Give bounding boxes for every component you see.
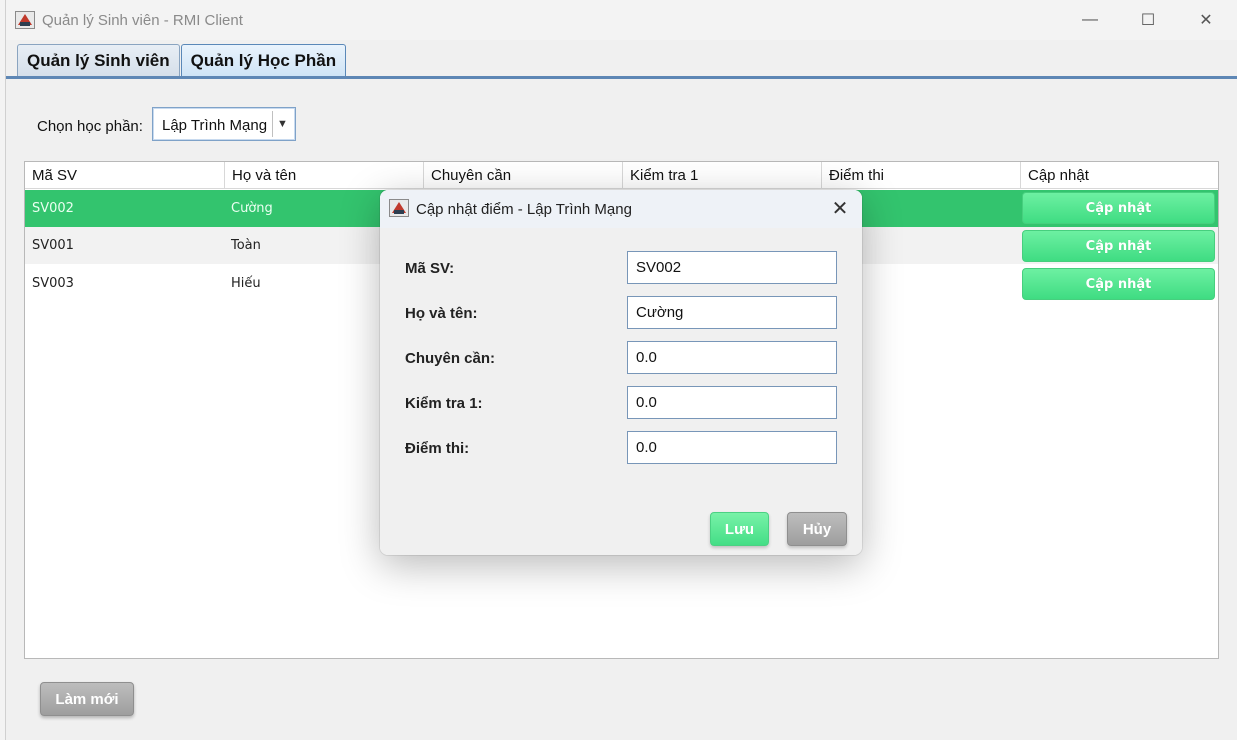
close-icon[interactable]: ✕ [828, 196, 852, 220]
course-select-value: Lập Trình Mạng [162, 117, 268, 134]
tab-divider [6, 76, 1237, 79]
exam-field[interactable]: 0.0 [627, 431, 837, 464]
update-row-button[interactable]: Cập nhật [1022, 230, 1215, 262]
cell-full-name: Cường [231, 201, 273, 216]
test-1-field[interactable]: 0.0 [627, 386, 837, 419]
tab-bar: Quản lý Sinh viên Quản lý Học Phần [17, 44, 347, 76]
cell-student-id: SV003 [32, 276, 74, 291]
dialog-title: Cập nhật điểm - Lập Trình Mạng [416, 201, 632, 218]
minimize-button[interactable]: — [1061, 0, 1119, 40]
cell-student-id: SV002 [32, 201, 74, 216]
maximize-button[interactable]: ☐ [1119, 0, 1177, 40]
cell-full-name: Toàn [231, 238, 261, 253]
column-header-attendance[interactable]: Chuyên cần [424, 162, 623, 189]
test-1-label: Kiểm tra 1: [405, 395, 483, 412]
java-app-icon [389, 199, 409, 217]
cell-full-name: Hiếu [231, 276, 261, 291]
table-header: Mã SV Họ và tên Chuyên cần Kiểm tra 1 Đi… [25, 162, 1218, 189]
course-chooser-label: Chọn học phần: [37, 118, 143, 135]
update-grade-dialog: Cập nhật điểm - Lập Trình Mạng ✕ Mã SV: … [380, 190, 862, 555]
tab-student-management[interactable]: Quản lý Sinh viên [17, 44, 180, 76]
dialog-body: Mã SV: SV002 Họ và tên: Cường Chuyên cần… [380, 228, 862, 555]
refresh-button[interactable]: Làm mới [40, 682, 134, 716]
window-title: Quản lý Sinh viên - RMI Client [42, 12, 243, 29]
column-header-update[interactable]: Cập nhật [1021, 162, 1218, 189]
full-name-field[interactable]: Cường [627, 296, 837, 329]
column-header-test-1[interactable]: Kiểm tra 1 [623, 162, 822, 189]
save-button[interactable]: Lưu [710, 512, 769, 546]
close-window-button[interactable]: ✕ [1177, 0, 1235, 40]
column-header-full-name[interactable]: Họ và tên [225, 162, 424, 189]
update-row-button[interactable]: Cập nhật [1022, 192, 1215, 224]
attendance-field[interactable]: 0.0 [627, 341, 837, 374]
cancel-button[interactable]: Hủy [787, 512, 847, 546]
tab-course-management[interactable]: Quản lý Học Phần [180, 44, 347, 76]
chevron-down-icon[interactable]: ▼ [272, 111, 292, 137]
student-id-field[interactable]: SV002 [627, 251, 837, 284]
exam-label: Điểm thi: [405, 440, 470, 457]
java-app-icon [15, 11, 35, 29]
full-name-label: Họ và tên: [405, 305, 478, 322]
dialog-title-bar: Cập nhật điểm - Lập Trình Mạng ✕ [380, 190, 862, 228]
cell-student-id: SV001 [32, 238, 74, 253]
update-row-button[interactable]: Cập nhật [1022, 268, 1215, 300]
course-select[interactable]: Lập Trình Mạng ▼ [152, 107, 296, 141]
attendance-label: Chuyên cần: [405, 350, 496, 367]
column-header-student-id[interactable]: Mã SV [25, 162, 225, 189]
column-header-exam[interactable]: Điểm thi [822, 162, 1021, 189]
student-id-label: Mã SV: [405, 260, 455, 277]
title-bar: Quản lý Sinh viên - RMI Client — ☐ ✕ [6, 0, 1237, 40]
